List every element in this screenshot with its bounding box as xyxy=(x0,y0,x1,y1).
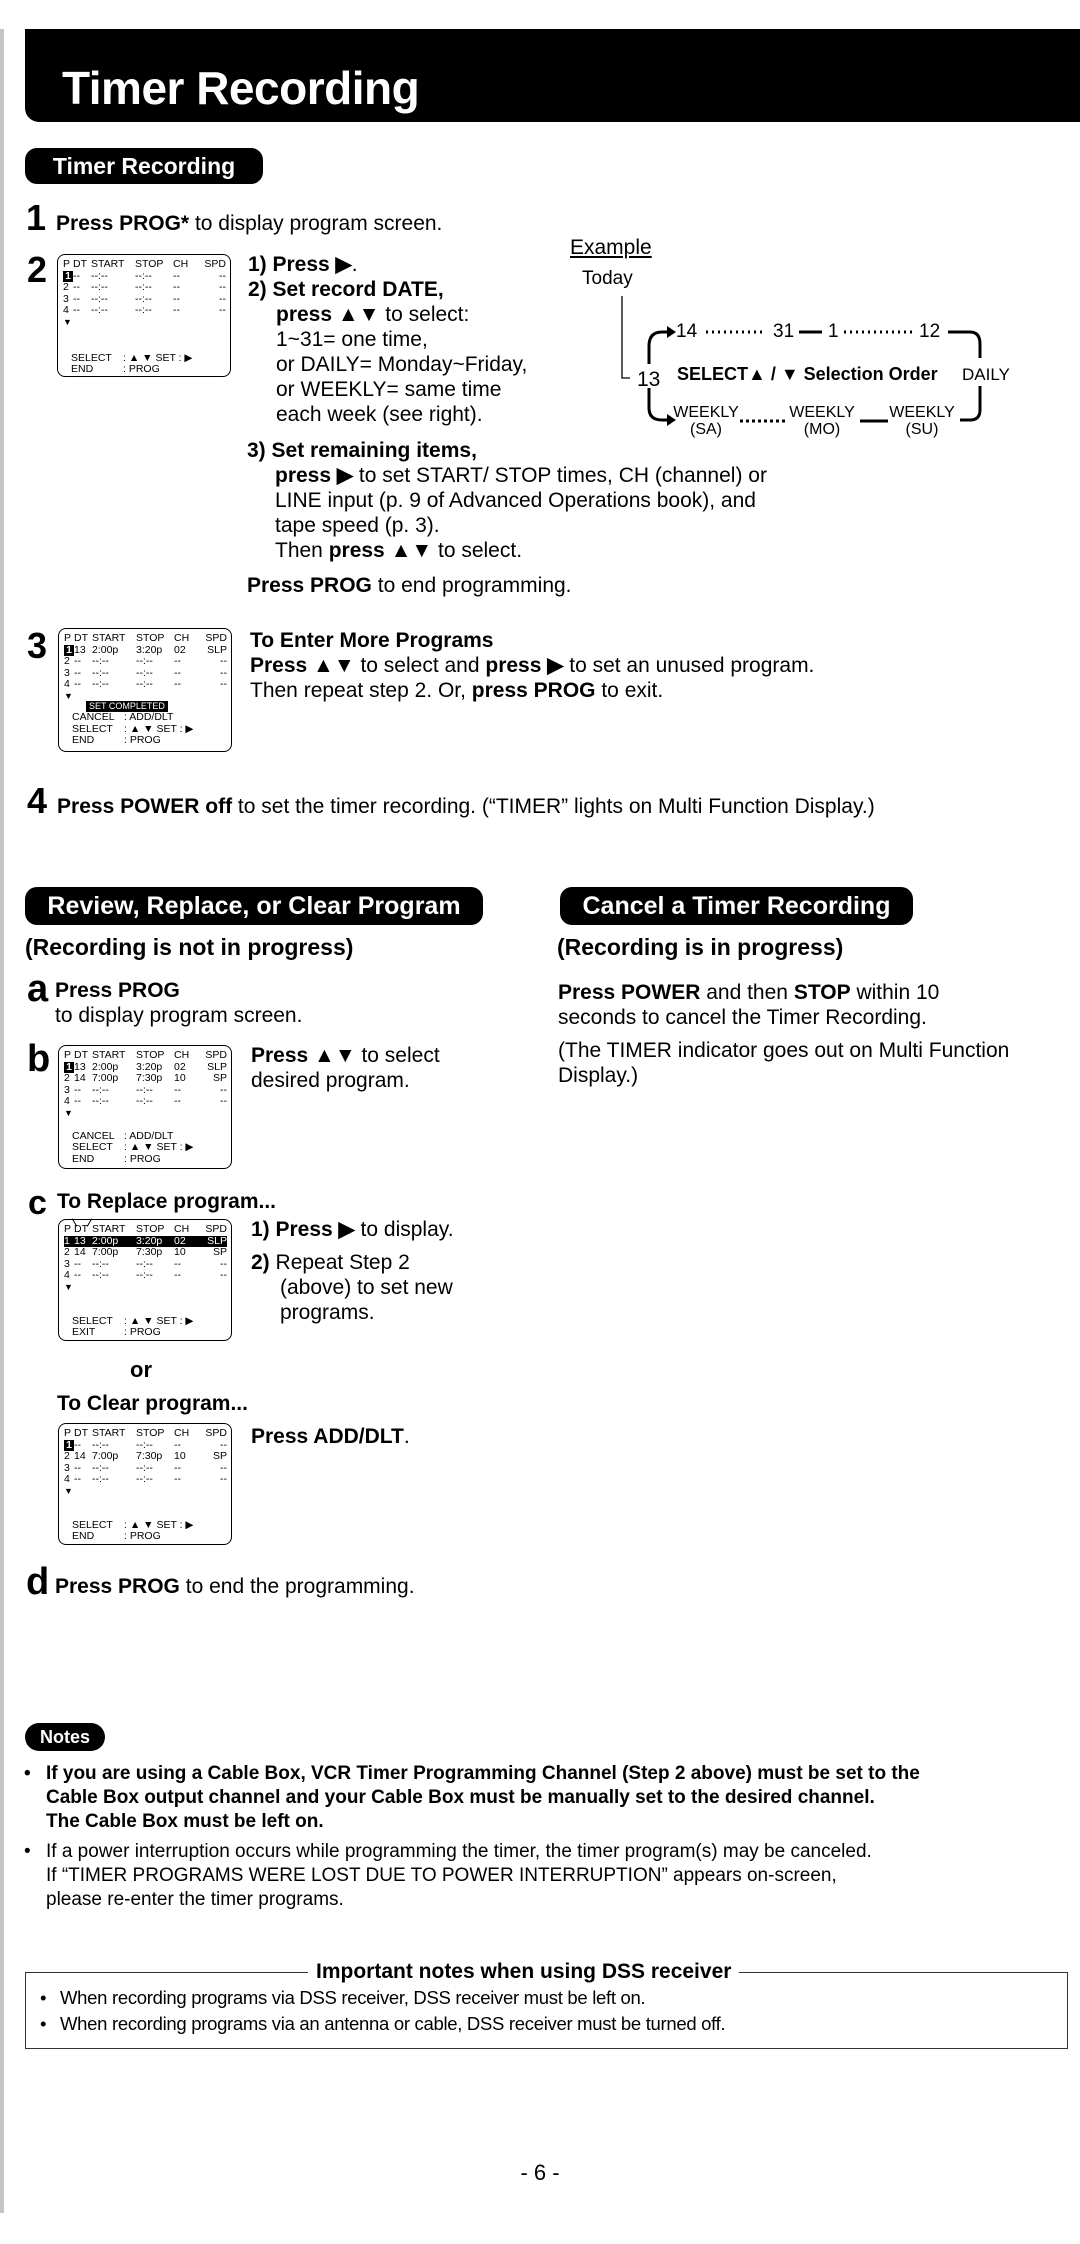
step-number: 1 xyxy=(26,197,47,238)
daily-label: DAILY xyxy=(962,365,1010,384)
osd-program-row: 4 -- --:-- --:-- -- -- xyxy=(63,304,226,316)
review-step-d: Press PROG to end the programming. xyxy=(55,1575,415,1598)
review-step-a: Press PROG to display program screen. xyxy=(55,979,303,1027)
scroll-down-icon: ▼ xyxy=(63,316,72,327)
page-margin-rule xyxy=(0,29,4,2213)
weekly-su: WEEKLY (SU) xyxy=(889,404,955,438)
osd-program-row: 2 -- --:-- --:-- -- -- xyxy=(63,281,226,293)
page-title: Timer Recording xyxy=(62,62,420,114)
dss-note-item: • When recording programs via an antenna … xyxy=(40,2013,726,2034)
osd-footer: SELECT: ▲ ▼ SET : ▶ EXIT: PROG xyxy=(72,1314,194,1338)
step-1-text: Press PROG* to display program screen. xyxy=(56,212,443,235)
cancel-instructions: Press POWER and then STOP within 10 seco… xyxy=(558,981,1010,1087)
clear-program-title: To Clear program... xyxy=(57,1392,248,1415)
step-letter: d xyxy=(26,1561,50,1603)
step-4: 4 Press POWER off to set the timer recor… xyxy=(27,783,875,819)
program-screen-set-completed: P DT START STOP CH SPD 1 13 2:00p 3:20p 02 SLP 2 --… xyxy=(58,628,232,752)
note-item: • If a power interruption occurs while p… xyxy=(24,1841,872,1910)
today-value: 13 xyxy=(637,368,661,391)
date-selection-example-diagram: Example Today 13 14 31 1 12 SELECT▲ / ▼ … xyxy=(570,236,1010,446)
osd-program-row: 4 -- --:-- --:-- -- -- xyxy=(64,678,227,690)
review-step-b: Press ▲▼ to select desired program. xyxy=(251,1044,440,1092)
scroll-down-icon: ▼ xyxy=(64,1281,73,1292)
program-screen-replace: P DT START STOP CH SPD 1 13 2:00p 3:20p 02 SLP 2 14… xyxy=(58,1219,232,1341)
step-number: 4 xyxy=(27,780,48,821)
review-subtitle: (Recording is not in progress) xyxy=(25,934,354,960)
note-item: • If you are using a Cable Box, VCR Time… xyxy=(24,1763,920,1832)
section-heading-timer-recording: Timer Recording xyxy=(25,148,263,184)
osd-program-row: 4 -- --:-- --:-- -- -- xyxy=(64,1473,227,1485)
osd-program-row: 4 -- --:-- --:-- -- -- xyxy=(64,1095,227,1107)
step-letter: a xyxy=(27,968,49,1010)
page-title-bar: Timer Recording xyxy=(25,29,1080,122)
program-screen-clear: P DT START STOP CH SPD 1 -- --:-- --:-- -- -- 2 14 7… xyxy=(58,1423,232,1545)
program-screen-review: P DT START STOP CH SPD 1 13 2:00p 3:20p 02 SLP 2 14… xyxy=(58,1045,232,1169)
scroll-down-icon: ▼ xyxy=(64,690,73,701)
step-3-instructions: To Enter More Programs Press ▲▼ to selec… xyxy=(250,629,815,702)
replace-instructions: 1) Press ▶ to display. 2) Repeat Step 2 … xyxy=(251,1218,454,1324)
osd-footer: CANCEL: ADD/DLT SELECT: ▲ ▼ SET : ▶ END:… xyxy=(72,1129,194,1165)
page-number: - 6 - xyxy=(520,2160,560,2185)
clear-instruction: Press ADD/DLT. xyxy=(251,1425,410,1448)
dss-note-item: • When recording programs via DSS receive… xyxy=(40,1987,646,2008)
step-number: 3 xyxy=(27,625,48,666)
dss-notes-title: Important notes when using DSS receiver xyxy=(308,1960,740,1984)
sequence-value: 12 xyxy=(919,321,941,342)
sequence-value: 14 xyxy=(676,321,698,342)
weekly-sa: WEEKLY (SA) xyxy=(673,404,739,438)
sequence-value: 1 xyxy=(828,321,839,342)
scroll-down-icon: ▼ xyxy=(64,1485,73,1496)
step-letter: c xyxy=(28,1184,47,1222)
step-2-item-3: 3) Set remaining items, press ▶ to set S… xyxy=(247,439,767,597)
osd-footer: CANCEL: ADD/DLT SELECT: ▲ ▼ SET : ▶ END:… xyxy=(72,711,194,746)
replace-program-title: To Replace program... xyxy=(57,1190,276,1213)
cancel-subtitle: (Recording is in progress) xyxy=(557,934,844,960)
or-separator: or xyxy=(130,1357,152,1382)
osd-program-row: 2 -- --:-- --:-- -- -- xyxy=(64,655,227,667)
osd-program-row: 4 -- --:-- --:-- -- -- xyxy=(64,1269,227,1281)
step-1: 1 Press PROG* to display program screen. xyxy=(26,200,442,236)
osd-footer: SELECT: ▲ ▼ SET : ▶ END: PROG xyxy=(72,1518,194,1542)
sequence-value: 31 xyxy=(773,321,795,342)
osd-program-row: 2 14 7:00p 7:30p 10 SP xyxy=(64,1072,227,1084)
notes-label: Notes xyxy=(25,1723,105,1751)
step-number: 2 xyxy=(27,249,48,290)
selection-order-label: SELECT▲ / ▼ Selection Order xyxy=(677,364,938,384)
osd-program-row: 2 14 7:00p 7:30p 10 SP xyxy=(64,1450,227,1462)
notes-list: • If you are using a Cable Box, VCR Time… xyxy=(24,1762,1074,1912)
osd-header-row: P DT START STOP CH SPD xyxy=(63,258,226,270)
step-2-instructions: 1) Press ▶. 2) Set record DATE, press ▲▼… xyxy=(248,253,528,426)
scroll-down-icon: ▼ xyxy=(64,1107,73,1118)
section-heading-cancel: Cancel a Timer Recording xyxy=(560,887,913,925)
step-letter: b xyxy=(27,1038,51,1080)
osd-footer: SELECT: ▲ ▼ SET : ▶ END: PROG xyxy=(71,351,193,375)
osd-program-row: 2 14 7:00p 7:30p 10 SP xyxy=(64,1246,227,1258)
dss-notes-list: • When recording programs via DSS receive… xyxy=(40,1985,726,2037)
section-heading-review: Review, Replace, or Clear Program xyxy=(25,887,483,925)
weekly-mo: WEEKLY (MO) xyxy=(789,404,855,438)
program-screen-empty: P DT START STOP CH SPD 1 -- --:-- --:-- -- -- 2 -- -… xyxy=(57,254,231,377)
step-4-text: Press POWER off to set the timer recordi… xyxy=(57,795,875,818)
